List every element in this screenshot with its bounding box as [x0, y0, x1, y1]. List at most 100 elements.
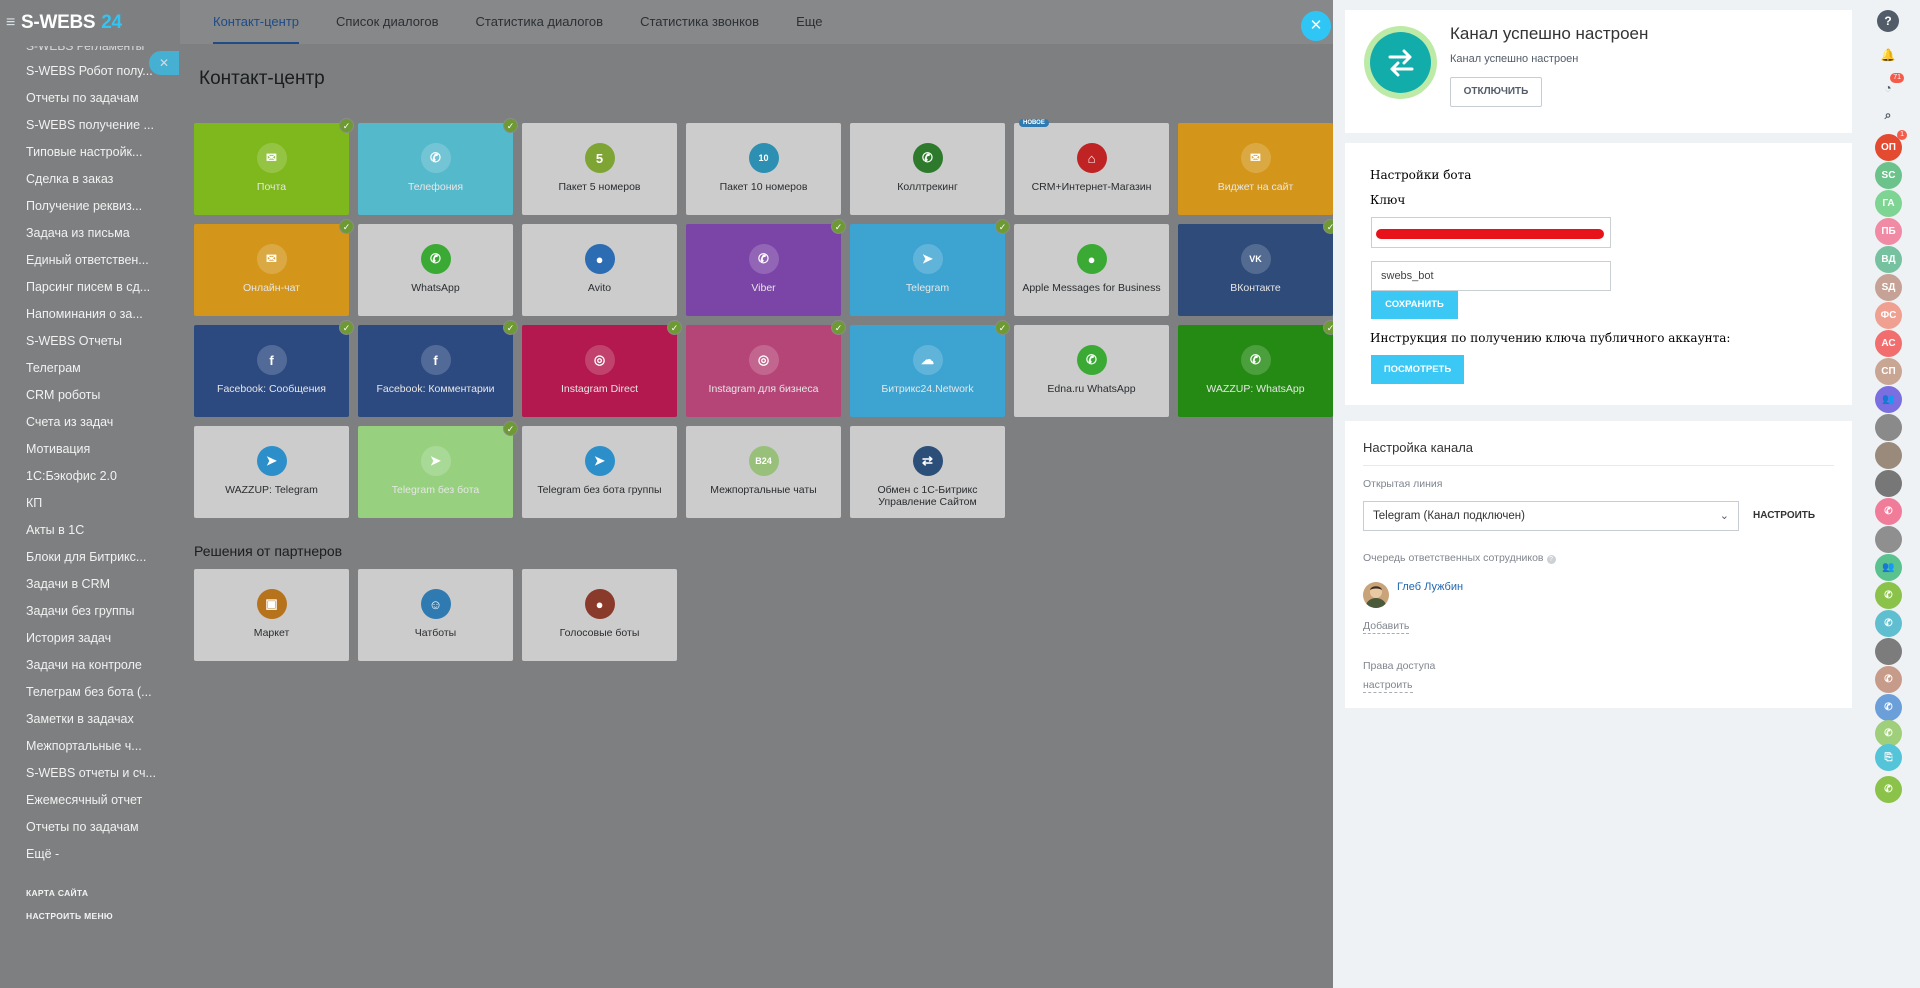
sidebar-item[interactable]: Задачи в CRM: [26, 571, 176, 598]
sidebar-item[interactable]: История задач: [26, 625, 176, 652]
avatar-photo-5[interactable]: [1875, 638, 1902, 665]
tab-1[interactable]: Контакт-центр: [213, 0, 300, 44]
connector-tile[interactable]: ☁ Битрикс24.Network ✓: [850, 320, 1010, 417]
sidebar-item[interactable]: Телеграм без бота (...: [26, 679, 176, 706]
avatar-photo-4[interactable]: [1875, 526, 1902, 553]
connector-tile[interactable]: ✆ Edna.ru WhatsApp: [1014, 325, 1169, 417]
sidebar-item[interactable]: Заметки в задачах: [26, 706, 176, 733]
user-name-link[interactable]: Глеб Лужбин: [1397, 581, 1463, 593]
group-icon[interactable]: 👥: [1875, 386, 1902, 413]
close-left-icon[interactable]: ✕: [149, 51, 179, 75]
bell-icon[interactable]: 🔔: [1877, 44, 1899, 66]
sidebar-item[interactable]: Телеграм: [26, 355, 176, 382]
connector-tile[interactable]: ✆ WhatsApp: [358, 224, 513, 316]
sidebar-item[interactable]: Мотивация: [26, 436, 176, 463]
connector-tile[interactable]: ✆ WAZZUP: WhatsApp ✓: [1178, 320, 1338, 417]
open-line-select[interactable]: Telegram (Канал подключен) ⌄: [1363, 501, 1739, 531]
sidebar-item[interactable]: S-WEBS Отчеты: [26, 328, 176, 355]
avatar-photo-1[interactable]: [1875, 414, 1902, 441]
call-button-icon[interactable]: ✆: [1875, 776, 1902, 803]
bot-name-input[interactable]: swebs_bot: [1371, 261, 1611, 291]
sidebar-item[interactable]: Ежемесячный отчет: [26, 787, 176, 814]
avatar-sc[interactable]: SC: [1875, 162, 1902, 189]
connector-tile[interactable]: ▣ Маркет: [194, 569, 349, 661]
menu-config-link[interactable]: НАСТРОИТЬ МЕНЮ: [0, 905, 180, 928]
phone-call-icon-3[interactable]: ✆: [1875, 610, 1902, 637]
connector-tile[interactable]: ⇄ Обмен с 1С-Битрикс Управление Сайтом: [850, 426, 1005, 518]
clock-icon[interactable]: ◔ 71: [1877, 73, 1904, 99]
sidebar-item[interactable]: 1С:Бэкофис 2.0: [26, 463, 176, 490]
phone-call-icon-2[interactable]: ✆: [1875, 582, 1902, 609]
connector-tile[interactable]: ✉ Почта ✓: [194, 118, 354, 215]
connector-tile[interactable]: ● Avito: [522, 224, 677, 316]
sidebar-item[interactable]: Межпортальные ч...: [26, 733, 176, 760]
sidebar-item[interactable]: Задача из письма: [26, 220, 176, 247]
phone-call-icon-6[interactable]: ✆: [1875, 720, 1902, 747]
help-icon[interactable]: ?: [1546, 555, 1556, 564]
avatar-ga[interactable]: ГА: [1875, 190, 1902, 217]
avatar-op[interactable]: ОП 1: [1875, 130, 1907, 161]
key-input[interactable]: [1371, 217, 1611, 248]
access-config-link[interactable]: настроить: [1363, 679, 1413, 693]
phone-call-icon-7[interactable]: ⎘: [1875, 744, 1902, 771]
sidebar-item[interactable]: Задачи без группы: [26, 598, 176, 625]
sidebar-item[interactable]: Счета из задач: [26, 409, 176, 436]
connector-tile[interactable]: ● Apple Messages for Business: [1014, 224, 1169, 316]
connector-tile[interactable]: ➤ WAZZUP: Telegram: [194, 426, 349, 518]
avatar-fs[interactable]: ФС: [1875, 302, 1902, 329]
connector-tile[interactable]: ● Голосовые боты: [522, 569, 677, 661]
disconnect-button[interactable]: ОТКЛЮЧИТЬ: [1450, 77, 1542, 107]
configure-button[interactable]: НАСТРОИТЬ: [1753, 501, 1815, 531]
sidebar-item[interactable]: Парсинг писем в сд...: [26, 274, 176, 301]
connector-tile[interactable]: 10 Пакет 10 номеров: [686, 123, 841, 215]
connector-tile[interactable]: ✆ Телефония ✓: [358, 118, 518, 215]
sidebar-item[interactable]: КП: [26, 490, 176, 517]
connector-tile[interactable]: 5 Пакет 5 номеров: [522, 123, 677, 215]
avatar-sp[interactable]: СП: [1875, 358, 1902, 385]
burger-menu-icon[interactable]: ≡: [6, 14, 15, 32]
sidebar-item[interactable]: Акты в 1С: [26, 517, 176, 544]
save-button[interactable]: СОХРАНИТЬ: [1371, 291, 1458, 319]
sidebar-item[interactable]: Единый ответствен...: [26, 247, 176, 274]
connector-tile[interactable]: ✉ Виджет на сайт: [1178, 123, 1333, 215]
sidebar-item[interactable]: CRM роботы: [26, 382, 176, 409]
sidebar-item[interactable]: S-WEBS отчеты и сч...: [26, 760, 176, 787]
avatar-photo-2[interactable]: [1875, 442, 1902, 469]
sidebar-item[interactable]: Типовые настройк...: [26, 139, 176, 166]
user-avatar[interactable]: [1363, 582, 1389, 608]
sidebar-item[interactable]: S-WEBS получение ...: [26, 112, 176, 139]
sitemap-link[interactable]: КАРТА САЙТА: [0, 882, 180, 905]
connector-tile[interactable]: ➤ Telegram ✓: [850, 219, 1010, 316]
group-icon-2[interactable]: 👥: [1875, 554, 1902, 581]
tab-3[interactable]: Статистика диалогов: [476, 0, 604, 44]
phone-call-icon-4[interactable]: ✆: [1875, 666, 1902, 693]
sidebar-item[interactable]: Задачи на контроле: [26, 652, 176, 679]
connector-tile[interactable]: ☺ Чатботы: [358, 569, 513, 661]
connector-tile[interactable]: ⌂ CRM+Интернет-Магазин НОВОЕ: [1014, 119, 1169, 215]
close-slider-icon[interactable]: ✕: [1301, 11, 1331, 41]
sidebar-item[interactable]: Сделка в заказ: [26, 166, 176, 193]
avatar-vd[interactable]: ВД: [1875, 246, 1902, 273]
connector-tile[interactable]: ➤ Telegram без бота группы: [522, 426, 677, 518]
connector-tile[interactable]: VK ВКонтакте ✓: [1178, 219, 1338, 316]
connector-tile[interactable]: ✆ Viber ✓: [686, 219, 846, 316]
sidebar-item[interactable]: Напоминания о за...: [26, 301, 176, 328]
connector-tile[interactable]: ✉ Онлайн-чат ✓: [194, 219, 354, 316]
avatar-pb[interactable]: ПБ: [1875, 218, 1902, 245]
connector-tile[interactable]: ➤ Telegram без бота ✓: [358, 421, 518, 518]
sidebar-item[interactable]: Отчеты по задачам: [26, 85, 176, 112]
connector-tile[interactable]: ✆ Коллтрекинг: [850, 123, 1005, 215]
tab-2[interactable]: Список диалогов: [336, 0, 439, 44]
avatar-photo-3[interactable]: [1875, 470, 1902, 497]
connector-tile[interactable]: f Facebook: Комментарии ✓: [358, 320, 518, 417]
phone-call-icon[interactable]: ✆: [1875, 498, 1902, 525]
tab-4[interactable]: Статистика звонков: [640, 0, 759, 44]
sidebar-item[interactable]: Ещё -: [26, 841, 176, 868]
connector-tile[interactable]: f Facebook: Сообщения ✓: [194, 320, 354, 417]
help-icon[interactable]: ?: [1877, 10, 1899, 32]
connector-tile[interactable]: ◎ Instagram Direct ✓: [522, 320, 682, 417]
phone-call-icon-5[interactable]: ✆: [1875, 694, 1902, 721]
view-button[interactable]: ПОСМОТРЕТЬ: [1371, 355, 1464, 384]
add-employee-link[interactable]: Добавить: [1363, 620, 1410, 634]
connector-tile[interactable]: B24 Межпортальные чаты: [686, 426, 841, 518]
